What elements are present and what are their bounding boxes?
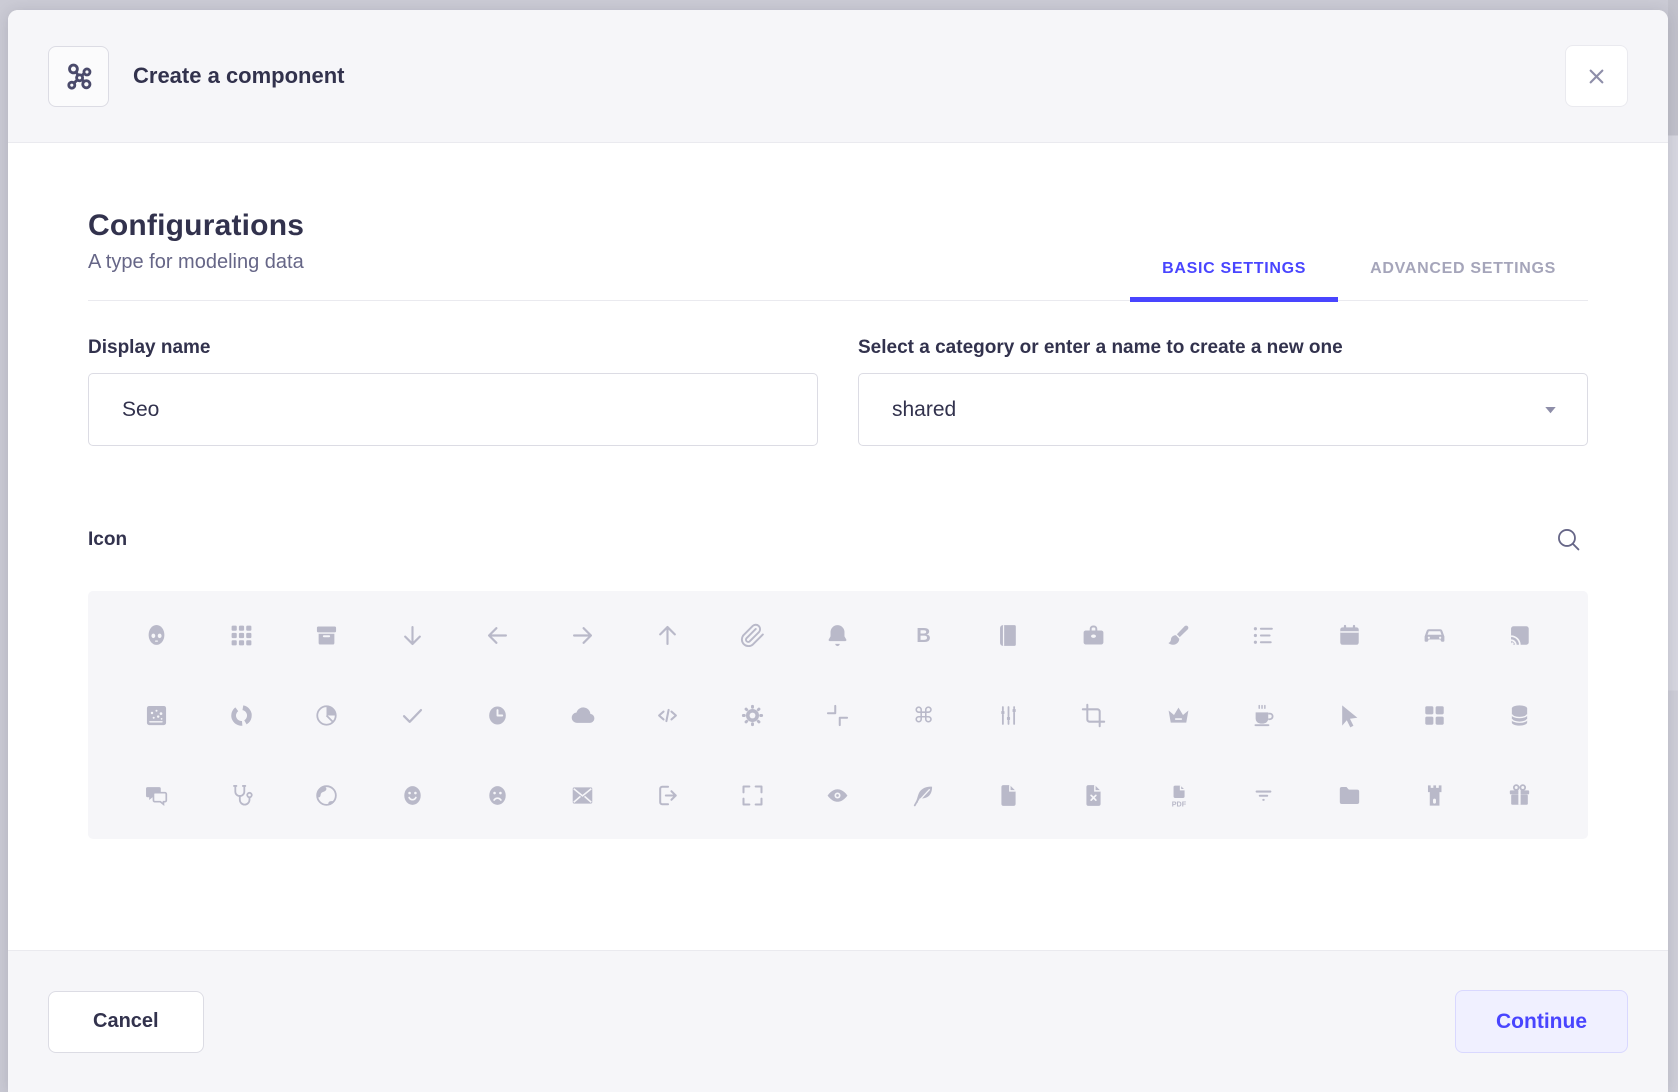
modal-footer: Cancel Continue (8, 950, 1668, 1092)
icon-search-button[interactable] (1549, 520, 1588, 559)
modal-title: Create a component (133, 63, 345, 89)
icon-picker-section: Icon B ⌘ PDF (88, 520, 1588, 839)
folder-icon[interactable] (1306, 755, 1391, 835)
alien-icon[interactable] (114, 595, 199, 675)
arrow-left-icon[interactable] (455, 595, 540, 675)
cloud-icon[interactable] (540, 675, 625, 755)
form-fields-row: Display name Select a category or enter … (88, 337, 1588, 446)
collapse-icon[interactable] (795, 675, 880, 755)
bullet-list-icon[interactable] (1221, 595, 1306, 675)
chart-circle-icon[interactable] (199, 675, 284, 755)
emotion-happy-icon[interactable] (370, 755, 455, 835)
page-subtitle: A type for modeling data (88, 251, 304, 274)
cup-icon[interactable] (1221, 675, 1306, 755)
file-icon[interactable] (966, 755, 1051, 835)
svg-text:⌘: ⌘ (912, 703, 933, 728)
bold-icon[interactable]: B (881, 595, 966, 675)
page-title: Configurations (88, 209, 304, 243)
code-icon[interactable] (625, 675, 710, 755)
discuss-icon[interactable] (114, 755, 199, 835)
envelope-icon[interactable] (540, 755, 625, 835)
file-error-icon[interactable] (1051, 755, 1136, 835)
gate-icon[interactable] (1392, 755, 1477, 835)
dashboard-icon[interactable] (1392, 675, 1477, 755)
icon-grid: B ⌘ PDF (88, 591, 1588, 839)
emotion-unhappy-icon[interactable] (455, 755, 540, 835)
close-icon (1583, 63, 1610, 90)
category-select-value: shared (892, 398, 956, 422)
crop-icon[interactable] (1051, 675, 1136, 755)
arrow-right-icon[interactable] (540, 595, 625, 675)
tab-advanced-settings[interactable]: ADVANCED SETTINGS (1338, 260, 1588, 300)
exit-icon[interactable] (625, 755, 710, 835)
attachment-icon[interactable] (710, 595, 795, 675)
apps-icon[interactable] (199, 595, 284, 675)
display-name-input[interactable] (88, 373, 818, 446)
icon-picker-label: Icon (88, 529, 127, 551)
magnifying-glass-icon (1553, 524, 1584, 555)
category-select[interactable]: shared (858, 373, 1588, 446)
chart-pie-icon[interactable] (284, 675, 369, 755)
crown-icon[interactable] (1136, 675, 1221, 755)
bell-icon[interactable] (795, 595, 880, 675)
category-label: Select a category or enter a name to cre… (858, 337, 1588, 359)
close-button[interactable] (1565, 45, 1628, 107)
section-titles: Configurations A type for modeling data (88, 209, 304, 300)
connector-icon[interactable] (966, 675, 1051, 755)
doctor-icon[interactable] (199, 755, 284, 835)
brush-icon[interactable] (1136, 595, 1221, 675)
file-pdf-icon[interactable]: PDF (1136, 755, 1221, 835)
archive-icon[interactable] (284, 595, 369, 675)
command-icon[interactable]: ⌘ (881, 675, 966, 755)
tab-basic-settings[interactable]: BASIC SETTINGS (1130, 260, 1338, 300)
svg-text:PDF: PDF (1172, 799, 1187, 808)
check-icon[interactable] (370, 675, 455, 755)
arrow-down-icon[interactable] (370, 595, 455, 675)
briefcase-icon[interactable] (1051, 595, 1136, 675)
icon-picker-header: Icon (88, 520, 1588, 559)
book-icon[interactable] (966, 595, 1051, 675)
cursor-icon[interactable] (1306, 675, 1391, 755)
settings-tabs: BASIC SETTINGS ADVANCED SETTINGS (1130, 260, 1588, 300)
earth-icon[interactable] (284, 755, 369, 835)
eye-icon[interactable] (795, 755, 880, 835)
filter-icon[interactable] (1221, 755, 1306, 835)
clock-icon[interactable] (455, 675, 540, 755)
cast-icon[interactable] (1477, 595, 1562, 675)
create-component-modal: Create a component Configurations A type… (8, 10, 1668, 1092)
calendar-icon[interactable] (1306, 595, 1391, 675)
car-icon[interactable] (1392, 595, 1477, 675)
arrow-up-icon[interactable] (625, 595, 710, 675)
section-intro-row: Configurations A type for modeling data … (88, 209, 1588, 301)
gift-icon[interactable] (1477, 755, 1562, 835)
expand-icon[interactable] (710, 755, 795, 835)
display-name-field: Display name (88, 337, 818, 446)
chart-bubble-icon[interactable] (114, 675, 199, 755)
cancel-button[interactable]: Cancel (48, 991, 204, 1053)
cog-icon[interactable] (710, 675, 795, 755)
feather-icon[interactable] (881, 755, 966, 835)
modal-body: Configurations A type for modeling data … (8, 143, 1668, 950)
chevron-down-icon (1538, 397, 1563, 422)
svg-text:B: B (916, 625, 931, 647)
continue-button[interactable]: Continue (1455, 990, 1628, 1053)
database-icon[interactable] (1477, 675, 1562, 755)
page-scrollbar-strip[interactable] (1668, 0, 1678, 1092)
component-icon (48, 46, 109, 107)
category-field: Select a category or enter a name to cre… (858, 337, 1588, 446)
modal-header: Create a component (8, 10, 1668, 143)
display-name-label: Display name (88, 337, 818, 359)
